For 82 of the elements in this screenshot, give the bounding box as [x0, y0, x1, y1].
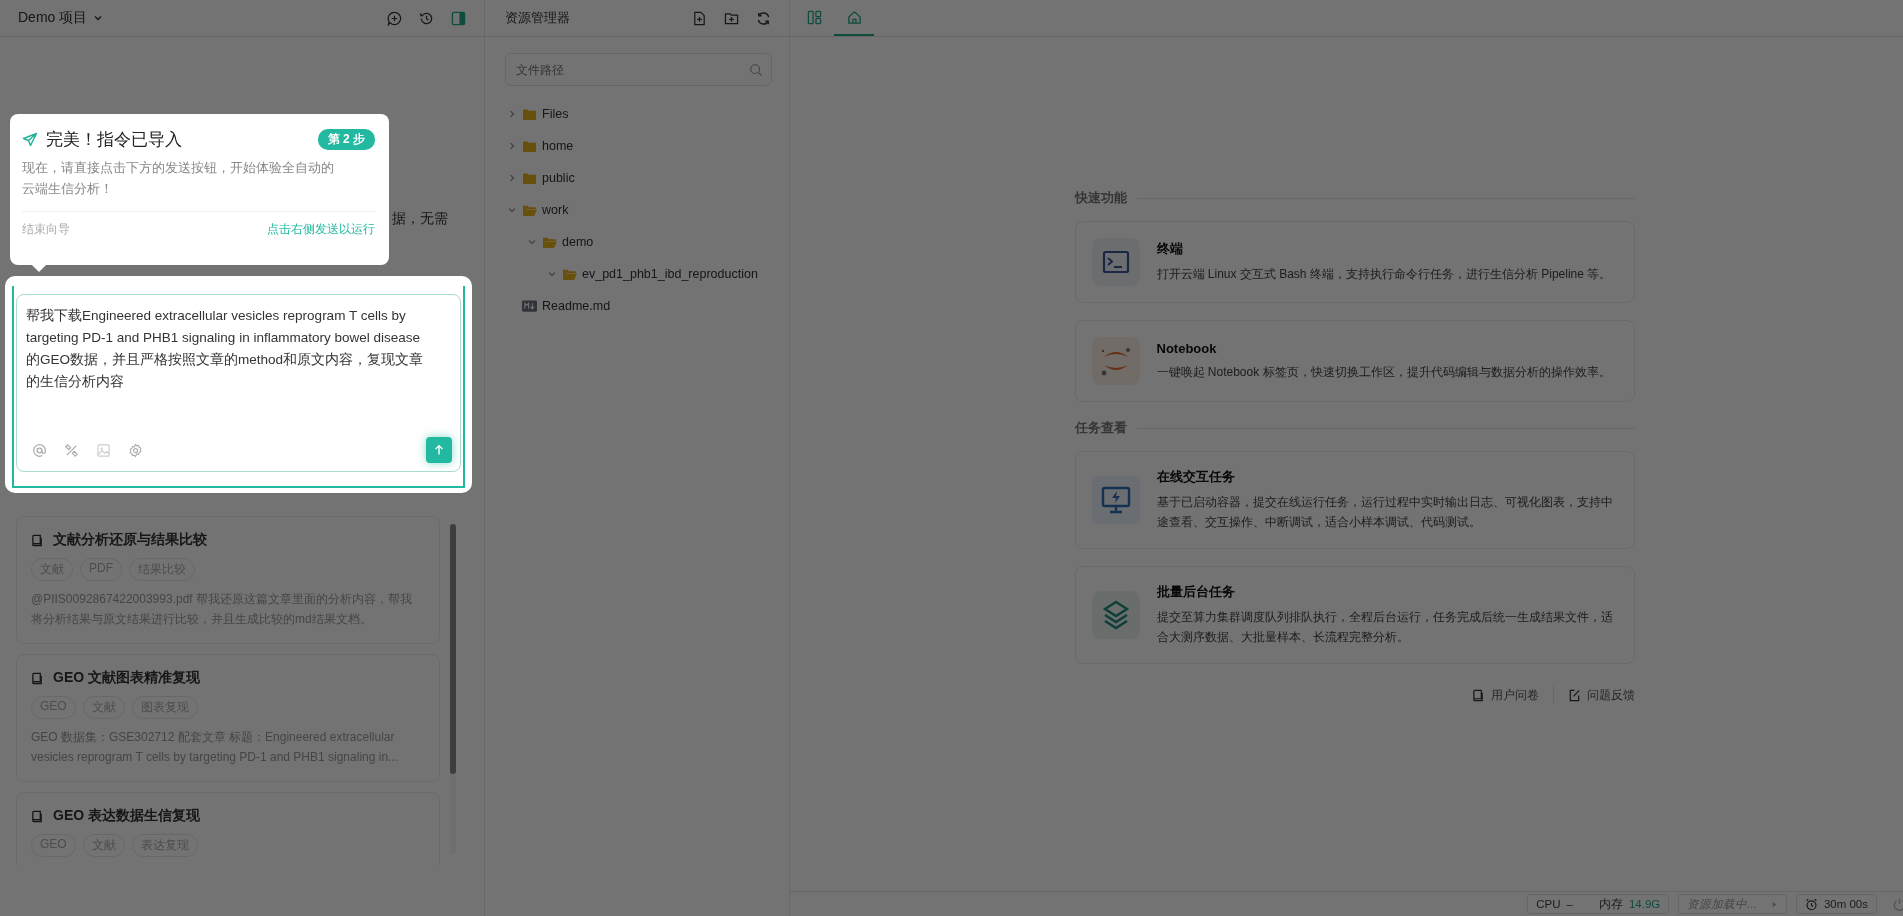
tree-item[interactable]: demo — [562, 235, 594, 249]
send-icon — [22, 131, 38, 148]
tree-item[interactable]: Readme.md — [542, 299, 611, 313]
resource-usage: CPU – 内存 14.9G — [1527, 894, 1670, 914]
tree-item[interactable]: ev_pd1_phb1_ibd_reproduction — [582, 267, 758, 281]
chevron-right-icon[interactable] — [507, 109, 517, 119]
tools-icon[interactable] — [64, 442, 79, 458]
feature-description: 打开云端 Linux 交互式 Bash 终端，支持执行命令行任务，进行生信分析 Pipeline 等。 — [1156, 266, 1612, 283]
tree-item[interactable]: Files — [542, 107, 569, 121]
send-button[interactable] — [426, 437, 452, 463]
scrollbar[interactable] — [450, 524, 456, 854]
feature-card[interactable]: Notebook 一键唤起 Notebook 标签页，快速切换工作区，提升代码编辑与数据分析的操作效率。 — [1074, 320, 1635, 402]
feature-description: 一键唤起 Notebook 标签页，快速切换工作区，提升代码编辑与数据分析的操作效率。 — [1156, 363, 1611, 381]
explorer-title: 资源管理器 — [505, 9, 570, 27]
folder-icon — [522, 171, 537, 185]
search-field[interactable]: 文件路径 — [505, 53, 772, 86]
timer-button[interactable]: 30m 00s — [1795, 894, 1877, 914]
step-badge: 第 2 步 — [317, 129, 375, 150]
monitor-icon — [1091, 476, 1140, 524]
image-icon[interactable] — [96, 442, 111, 458]
new-chat-icon[interactable] — [387, 10, 402, 26]
template-title: GEO 表达数据生信复现 — [53, 807, 200, 825]
new-file-icon[interactable] — [692, 10, 707, 26]
chevron-down-icon[interactable] — [527, 237, 537, 247]
power-icon[interactable] — [1892, 896, 1903, 912]
welcome-text: 据，无需 — [392, 210, 448, 228]
tree-item[interactable]: home — [542, 139, 574, 153]
folder-icon — [522, 203, 537, 217]
mention-icon[interactable] — [32, 442, 47, 458]
feature-card[interactable]: 终端 打开云端 Linux 交互式 Bash 终端，支持执行命令行任务，进行生信分析 Pipeline 等。 — [1074, 221, 1635, 303]
prompt-field[interactable]: 帮我下载Engineered extracellular vesicles reprogram T cells by targeting PD-1 and PHB1 signaling in inflammatory bowel disease 的GEO数据，并且严格按照文章的method和原文内容，复现文章的生信分析内容 — [16, 294, 461, 472]
folder-icon — [562, 267, 577, 281]
search-input[interactable]: 文件路径 — [514, 61, 749, 78]
book-icon — [31, 809, 44, 823]
search-icon — [749, 62, 763, 77]
tour-title: 完美！指令已导入 — [46, 129, 183, 151]
layout-icon — [806, 9, 822, 25]
chevron-down-icon — [93, 13, 104, 23]
layers-icon — [1091, 591, 1140, 639]
tree-item[interactable]: public — [542, 171, 575, 185]
tour-hint-link[interactable]: 点击右侧发送以运行 — [267, 222, 375, 237]
section-title: 快速功能 — [1074, 189, 1127, 207]
settings-icon[interactable] — [128, 442, 143, 458]
feature-description: 基于已启动容器，提交在线运行任务，运行过程中实时输出日志、可视化图表，支持中途查看、交互操作、中断调试，适合小样本调试、代码测试。 — [1156, 494, 1614, 531]
markdown-file-icon — [522, 300, 537, 312]
caret-right-icon — [1770, 900, 1778, 908]
feature-description: 提交至算力集群调度队列排队执行，全程后台运行，任务完成后统一生成结果文件，适合大测序数据、大批量样本、长流程完整分析。 — [1156, 609, 1614, 646]
chevron-right-icon[interactable] — [507, 141, 517, 151]
history-icon[interactable] — [419, 10, 434, 26]
home-icon — [846, 9, 862, 25]
tour-message: 现在，请直接点击下方的发送按钮，开始体验全自动的云端生信分析！ — [22, 159, 335, 198]
book-icon — [1471, 688, 1485, 702]
template-title: 文献分析还原与结果比较 — [53, 531, 207, 549]
section-title: 任务查看 — [1074, 419, 1127, 437]
panel-toggle-icon[interactable] — [451, 10, 466, 26]
chevron-down-icon[interactable] — [507, 205, 517, 215]
feature-title: 在线交互任务 — [1156, 468, 1236, 486]
feature-title: 终端 — [1156, 240, 1184, 258]
template-title: GEO 文献图表精准复现 — [53, 669, 200, 687]
folder-icon — [542, 235, 557, 249]
jupyter-logo-icon — [1091, 337, 1140, 385]
new-folder-icon[interactable] — [724, 10, 739, 26]
feature-card[interactable]: 批量后台任务 提交至算力集群调度队列排队执行，全程后台运行，任务完成后统一生成结果文件，适合大测序数据、大批量样本、长流程完整分析。 — [1074, 566, 1635, 664]
chevron-down-icon[interactable] — [547, 269, 557, 279]
chevron-right-icon[interactable] — [507, 173, 517, 183]
project-selector[interactable]: Demo 项目 — [18, 9, 104, 27]
feedback-link[interactable]: 问题反馈 — [1567, 686, 1635, 704]
book-icon — [31, 533, 44, 547]
alarm-clock-icon — [1804, 897, 1818, 911]
feature-title: Notebook — [1156, 340, 1218, 356]
feature-title: 批量后台任务 — [1156, 583, 1236, 601]
tree-item[interactable]: work — [542, 203, 569, 217]
terminal-icon — [1091, 238, 1140, 286]
refresh-icon[interactable] — [756, 10, 771, 26]
edit-icon — [1567, 688, 1581, 702]
folder-icon — [522, 139, 537, 153]
arrow-up-icon — [432, 443, 446, 457]
end-tour-link[interactable]: 结束向导 — [22, 222, 70, 237]
survey-link[interactable]: 用户问卷 — [1471, 686, 1539, 704]
book-icon — [31, 671, 44, 685]
folder-icon — [522, 107, 537, 121]
feature-card[interactable]: 在线交互任务 基于已启动容器，提交在线运行任务，运行过程中实时输出日志、可视化图表，支持中途查看、交互操作、中断调试，适合小样本调试、代码测试。 — [1074, 451, 1635, 549]
